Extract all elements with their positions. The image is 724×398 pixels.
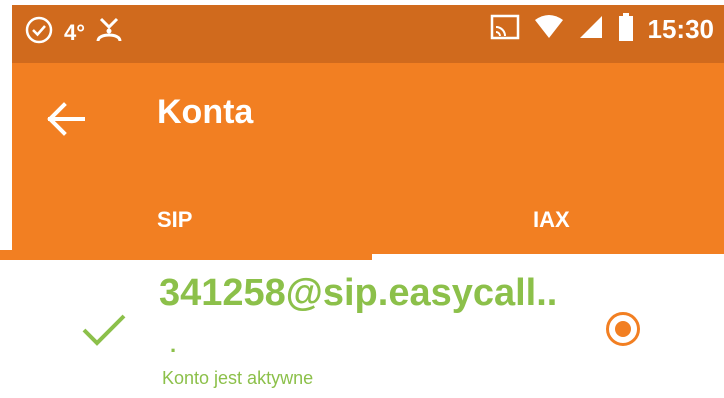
account-separator: . <box>170 332 177 357</box>
back-button[interactable] <box>36 91 96 151</box>
tab-sip[interactable]: SIP <box>12 186 368 254</box>
signal-icon <box>578 14 604 45</box>
status-bar-left: 4° <box>24 15 123 50</box>
temperature-text: 4° <box>64 19 86 45</box>
arrow-left-icon <box>46 101 86 141</box>
status-bar: 4° 15:30 <box>12 5 724 63</box>
battery-icon <box>618 13 634 46</box>
check-icon <box>80 312 128 353</box>
weather-icon <box>95 15 123 50</box>
page-title: Konta <box>157 93 254 131</box>
tab-iax[interactable]: IAX <box>368 186 724 254</box>
account-radio-button[interactable] <box>606 312 640 346</box>
account-status: Konto jest aktywne <box>162 368 314 388</box>
tab-selection-indicator <box>0 250 372 260</box>
account-list-item[interactable]: 341258@sip.easycall.. . Konto jest aktyw… <box>12 262 724 398</box>
cast-icon <box>490 14 520 45</box>
radio-selected-dot <box>615 321 631 337</box>
check-circle-icon <box>24 15 54 50</box>
clock-text: 15:30 <box>647 14 715 44</box>
tab-bar: SIP IAX <box>12 186 724 254</box>
wifi-icon <box>534 14 564 45</box>
status-bar-right: 15:30 <box>490 13 715 46</box>
account-name: 341258@sip.easycall.. <box>159 272 558 314</box>
app-bar: Konta <box>12 63 724 186</box>
